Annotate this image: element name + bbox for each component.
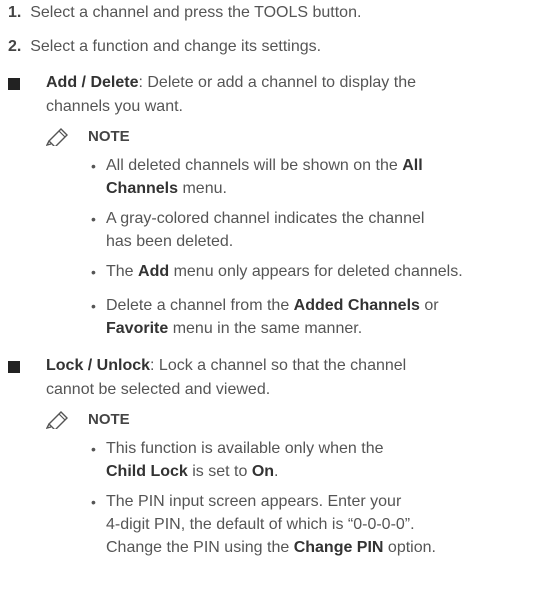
step-2: 2. Select a function and change its sett… [8,36,321,58]
bullet-square [8,361,20,373]
lock-note-2-line-2: 4-digit PIN, the default of which is “0-… [106,516,415,533]
tools-keyword: TOOLS [254,4,309,21]
lock-note-2-line-1: The PIN input screen appears. Enter your [106,493,402,510]
note-pencil-icon [46,411,68,429]
lock-unlock-line-2: cannot be selected and viewed. [46,381,271,398]
lock-note-2-line-3: Change the PIN using the Change PIN opti… [106,537,436,559]
step-text: Select a channel and press the [30,4,255,21]
text: menu only appears for deleted channels. [169,263,463,280]
text: or [419,297,439,314]
note-item-2-line-1: A gray-colored channel indicates the cha… [106,210,425,227]
text: All deleted channels will be shown on th… [106,157,403,174]
add-delete-line-2: channels you want. [46,98,183,115]
text: is set to [187,463,252,480]
text: . [274,463,279,480]
note-pencil-icon [46,128,68,146]
bullet-dot: • [91,211,96,227]
text: menu in the same manner. [168,320,363,337]
text: option. [383,539,436,556]
bullet-dot: • [91,298,96,314]
bold-text: Added Channels [293,297,420,314]
text: menu. [178,180,227,197]
step-number: 1. [8,4,22,21]
note-label: NOTE [88,128,130,145]
bold-text: On [251,463,275,480]
step-text: Select a function and change its setting… [30,38,322,55]
lock-note-1-line-1: This function is available only when the [106,440,384,457]
lock-unlock-title: Lock / Unlock [46,357,151,374]
bullet-square [8,78,20,90]
bold-text: All [402,157,423,174]
bullet-dot: • [91,264,96,280]
bullet-dot: • [91,441,96,457]
add-delete-title: Add / Delete [46,74,139,91]
bold-text: Favorite [106,320,169,337]
note-item-3: The Add menu only appears for deleted ch… [106,261,463,283]
step-number: 2. [8,38,22,55]
bullet-dot: • [91,158,96,174]
note-label: NOTE [88,411,130,428]
note-item-1-line-2: Channels menu. [106,178,227,200]
note-item-2-line-2: has been deleted. [106,233,234,250]
text: The [106,263,139,280]
add-delete-line-1: Add / Delete: Delete or add a channel to… [46,72,416,94]
text: Delete a channel from the [106,297,294,314]
bold-text: Change PIN [293,539,384,556]
lock-unlock-line-1: Lock / Unlock: Lock a channel so that th… [46,355,406,377]
step-text-end: button. [308,4,362,21]
lock-note-1-line-2: Child Lock is set to On. [106,461,278,483]
add-delete-desc: : Delete or add a channel to display the [138,74,416,91]
bold-text: Child Lock [106,463,188,480]
note-item-1-line-1: All deleted channels will be shown on th… [106,155,423,177]
note-item-4-line-1: Delete a channel from the Added Channels… [106,295,439,317]
text: Change the PIN using the [106,539,294,556]
bold-text: Add [138,263,170,280]
bullet-dot: • [91,494,96,510]
bold-text: Channels [106,180,179,197]
lock-unlock-desc: : Lock a channel so that the channel [150,357,407,374]
note-item-4-line-2: Favorite menu in the same manner. [106,318,362,340]
step-1: 1. Select a channel and press the TOOLS … [8,2,361,24]
